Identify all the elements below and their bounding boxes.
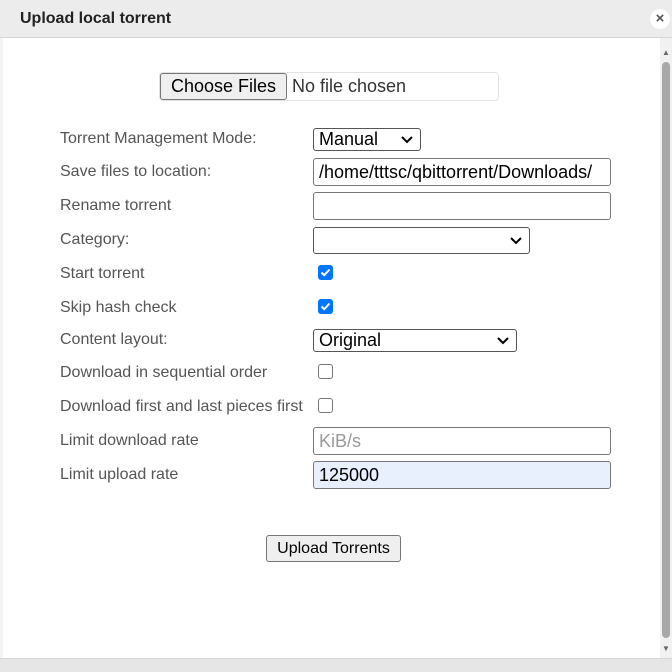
skip-hash-label: Skip hash check: [60, 299, 177, 316]
bottom-bar: [0, 658, 672, 672]
limit-download-placeholder: KiB/s: [319, 431, 362, 451]
scroll-down-arrow-icon[interactable]: ▼: [660, 642, 672, 656]
save-location-label: Save files to location:: [60, 163, 212, 180]
file-picker[interactable]: Choose Files No file chosen: [159, 72, 499, 101]
first-last-checkbox[interactable]: [318, 398, 333, 413]
limit-upload-label: Limit upload rate: [60, 466, 179, 483]
scroll-up-arrow-icon[interactable]: ▲: [660, 46, 672, 60]
chevron-down-icon: [497, 337, 509, 345]
close-button[interactable]: ×: [650, 9, 670, 29]
dialog-title: Upload local torrent: [20, 10, 172, 27]
save-location-value: /home/tttsc/qbittorrent/Downloads/: [319, 162, 593, 182]
management-mode-value: Manual: [319, 129, 379, 149]
limit-upload-input[interactable]: 125000: [313, 461, 611, 489]
management-mode-label: Torrent Management Mode:: [60, 130, 257, 147]
skip-hash-checkbox[interactable]: [318, 299, 333, 314]
content-layout-value: Original: [319, 330, 382, 350]
check-icon: [320, 302, 331, 311]
dialog-titlebar: Upload local torrent ×: [0, 0, 672, 38]
chevron-down-icon: [401, 136, 413, 144]
chevron-down-icon: [510, 237, 522, 245]
rename-label: Rename torrent: [60, 197, 172, 214]
limit-download-label: Limit download rate: [60, 432, 199, 449]
close-icon: ×: [655, 10, 665, 27]
content-layout-label: Content layout:: [60, 331, 168, 348]
start-torrent-label: Start torrent: [60, 265, 145, 282]
choose-files-button[interactable]: Choose Files: [160, 73, 287, 100]
start-torrent-checkbox[interactable]: [318, 265, 333, 280]
limit-upload-value: 125000: [319, 465, 380, 485]
save-location-input[interactable]: /home/tttsc/qbittorrent/Downloads/: [313, 158, 611, 186]
category-label: Category:: [60, 231, 130, 248]
first-last-label: Download first and last pieces first: [60, 398, 303, 415]
scroll-thumb[interactable]: [662, 62, 670, 638]
left-edge: [0, 38, 3, 658]
category-select[interactable]: [313, 227, 530, 254]
management-mode-select[interactable]: Manual: [313, 128, 421, 151]
sequential-checkbox[interactable]: [318, 364, 333, 379]
file-status: No file chosen: [292, 76, 407, 96]
vertical-scrollbar[interactable]: ▲ ▼: [660, 38, 672, 658]
rename-input[interactable]: [313, 192, 611, 220]
upload-torrents-button[interactable]: Upload Torrents: [266, 535, 401, 562]
check-icon: [320, 268, 331, 277]
sequential-label: Download in sequential order: [60, 364, 268, 381]
content-layout-select[interactable]: Original: [313, 329, 517, 352]
limit-download-input[interactable]: KiB/s: [313, 427, 611, 455]
